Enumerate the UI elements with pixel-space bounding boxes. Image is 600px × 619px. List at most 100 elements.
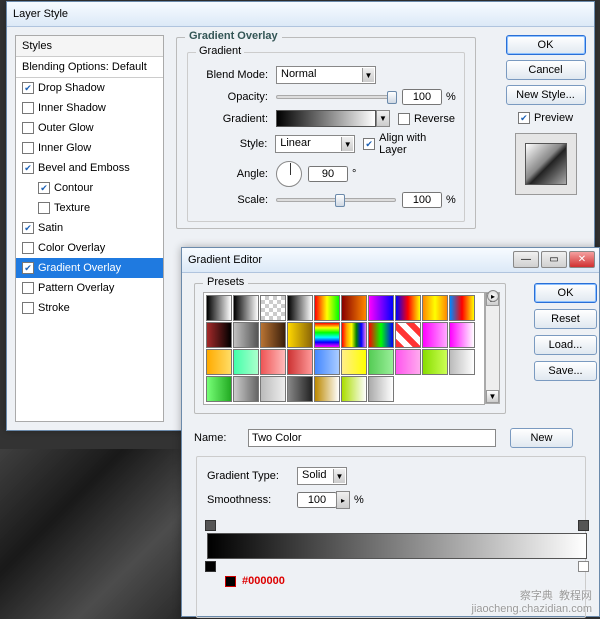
minimize-button[interactable]: — <box>513 251 539 268</box>
preset-swatch[interactable] <box>395 295 421 321</box>
style-item-satin[interactable]: Satin <box>16 218 163 238</box>
preset-swatch[interactable] <box>206 295 232 321</box>
preset-swatch[interactable] <box>368 322 394 348</box>
style-item-texture[interactable]: Texture <box>16 198 163 218</box>
ge-save-button[interactable]: Save... <box>534 361 597 381</box>
preset-swatch[interactable] <box>449 295 475 321</box>
preset-swatch[interactable] <box>260 376 286 402</box>
chevron-right-icon[interactable]: ▸ <box>336 491 350 509</box>
preset-swatch[interactable] <box>341 295 367 321</box>
ge-new-button[interactable]: New <box>510 428 573 448</box>
preset-swatch[interactable] <box>314 349 340 375</box>
preset-swatch[interactable] <box>287 349 313 375</box>
type-dropdown[interactable]: Solid ▼ <box>297 467 347 485</box>
presets-scrollbar[interactable]: ▲ ▼ <box>485 292 500 404</box>
preset-swatch[interactable] <box>422 349 448 375</box>
close-button[interactable]: ✕ <box>569 251 595 268</box>
preset-swatch[interactable] <box>233 295 259 321</box>
opacity-input[interactable] <box>402 89 442 105</box>
style-checkbox[interactable] <box>22 282 34 294</box>
opacity-stop-left[interactable] <box>205 520 216 531</box>
style-dropdown[interactable]: Linear ▼ <box>275 135 355 153</box>
style-item-outer-glow[interactable]: Outer Glow <box>16 118 163 138</box>
preset-swatch[interactable] <box>449 349 475 375</box>
ok-button[interactable]: OK <box>506 35 586 55</box>
maximize-button[interactable]: ▭ <box>541 251 567 268</box>
preset-swatch[interactable] <box>449 322 475 348</box>
gradient-editor-titlebar[interactable]: Gradient Editor — ▭ ✕ <box>182 248 599 273</box>
name-input[interactable] <box>248 429 496 447</box>
style-checkbox[interactable] <box>22 102 34 114</box>
style-checkbox[interactable] <box>22 242 34 254</box>
color-swatch-icon[interactable] <box>225 576 236 587</box>
style-checkbox[interactable] <box>22 122 34 134</box>
style-checkbox[interactable] <box>38 182 50 194</box>
ge-reset-button[interactable]: Reset <box>534 309 597 329</box>
preset-swatch[interactable] <box>395 349 421 375</box>
preset-swatch[interactable] <box>233 376 259 402</box>
presets-flyout-icon[interactable]: ▸ <box>487 290 499 302</box>
preset-swatch[interactable] <box>368 376 394 402</box>
angle-dial[interactable] <box>276 161 302 187</box>
preset-swatch[interactable] <box>233 322 259 348</box>
style-checkbox[interactable] <box>22 262 34 274</box>
preset-swatch[interactable] <box>314 295 340 321</box>
preset-swatch[interactable] <box>368 349 394 375</box>
style-checkbox[interactable] <box>38 202 50 214</box>
preset-swatch[interactable] <box>341 349 367 375</box>
style-item-drop-shadow[interactable]: Drop Shadow <box>16 78 163 98</box>
gradient-picker[interactable] <box>276 110 376 127</box>
preset-swatch[interactable] <box>395 322 421 348</box>
color-stop-left[interactable] <box>205 561 216 572</box>
style-checkbox[interactable] <box>22 302 34 314</box>
style-checkbox[interactable] <box>22 142 34 154</box>
preset-swatch[interactable] <box>287 322 313 348</box>
align-checkbox[interactable] <box>363 138 375 150</box>
chevron-down-icon[interactable]: ▼ <box>376 110 390 127</box>
preset-swatch[interactable] <box>260 349 286 375</box>
preset-swatch[interactable] <box>368 295 394 321</box>
preview-checkbox[interactable] <box>518 112 530 124</box>
styles-header[interactable]: Styles <box>16 36 163 57</box>
opacity-slider[interactable] <box>276 95 396 99</box>
preset-swatch[interactable] <box>314 376 340 402</box>
ge-load-button[interactable]: Load... <box>534 335 597 355</box>
style-checkbox[interactable] <box>22 222 34 234</box>
style-item-gradient-overlay[interactable]: Gradient Overlay <box>16 258 163 278</box>
preset-swatch[interactable] <box>206 322 232 348</box>
style-checkbox[interactable] <box>22 82 34 94</box>
new-style-button[interactable]: New Style... <box>506 85 586 105</box>
layer-style-titlebar[interactable]: Layer Style <box>7 2 594 27</box>
style-item-inner-glow[interactable]: Inner Glow <box>16 138 163 158</box>
scale-input[interactable] <box>402 192 442 208</box>
preset-swatch[interactable] <box>260 322 286 348</box>
preset-swatch[interactable] <box>206 349 232 375</box>
style-item-color-overlay[interactable]: Color Overlay <box>16 238 163 258</box>
cancel-button[interactable]: Cancel <box>506 60 586 80</box>
blending-options-header[interactable]: Blending Options: Default <box>16 57 163 78</box>
blend-mode-dropdown[interactable]: Normal ▼ <box>276 66 376 84</box>
smooth-input[interactable] <box>297 492 337 508</box>
style-item-pattern-overlay[interactable]: Pattern Overlay <box>16 278 163 298</box>
preset-swatch[interactable] <box>341 376 367 402</box>
angle-input[interactable] <box>308 166 348 182</box>
style-checkbox[interactable] <box>22 162 34 174</box>
preset-swatch[interactable] <box>260 295 286 321</box>
style-item-inner-shadow[interactable]: Inner Shadow <box>16 98 163 118</box>
preset-swatch[interactable] <box>341 322 367 348</box>
style-item-bevel-and-emboss[interactable]: Bevel and Emboss <box>16 158 163 178</box>
preset-swatch[interactable] <box>422 295 448 321</box>
opacity-stop-right[interactable] <box>578 520 589 531</box>
preset-swatch[interactable] <box>287 295 313 321</box>
preset-swatch[interactable] <box>206 376 232 402</box>
preset-swatch[interactable] <box>287 376 313 402</box>
style-item-contour[interactable]: Contour <box>16 178 163 198</box>
ge-ok-button[interactable]: OK <box>534 283 597 303</box>
preset-swatch[interactable] <box>233 349 259 375</box>
color-stop-right[interactable] <box>578 561 589 572</box>
style-item-stroke[interactable]: Stroke <box>16 298 163 318</box>
scale-slider[interactable] <box>276 198 396 202</box>
reverse-checkbox[interactable] <box>398 113 410 125</box>
preset-swatch[interactable] <box>422 322 448 348</box>
scroll-down-icon[interactable]: ▼ <box>486 390 499 403</box>
